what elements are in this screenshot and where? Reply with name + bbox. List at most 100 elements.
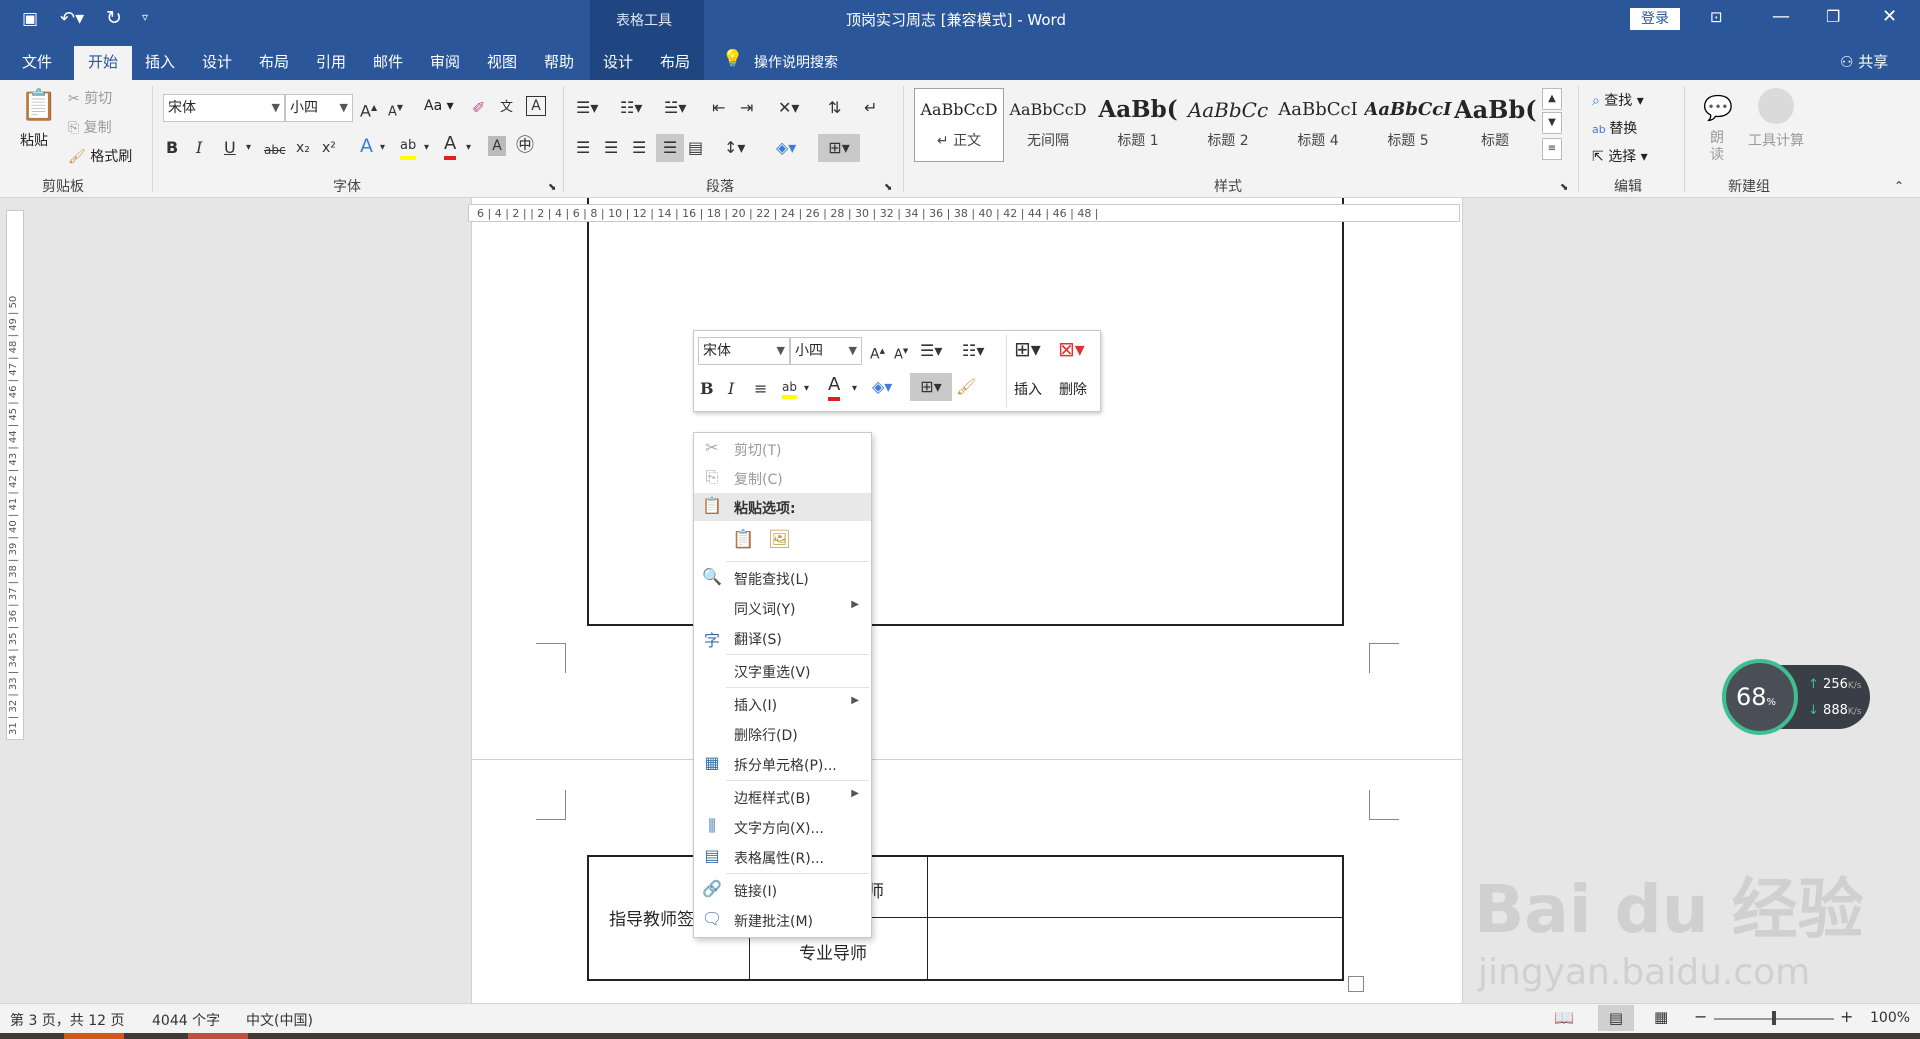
- mini-size-combo[interactable]: 小四 ▼: [790, 337, 862, 365]
- find-button[interactable]: 查找: [1604, 93, 1632, 109]
- style-normal[interactable]: AaBbCcD ↵ 正文: [915, 90, 1003, 160]
- menu-item-copy[interactable]: ⎘ 复制(C): [694, 464, 871, 492]
- tell-me-search[interactable]: 操作说明搜索: [754, 52, 838, 72]
- enclose-characters-icon[interactable]: ㊥: [516, 136, 534, 156]
- web-layout-icon[interactable]: ▦: [1654, 1008, 1668, 1026]
- menu-item-link[interactable]: 🔗 链接(I): [694, 876, 871, 904]
- page-count[interactable]: 第 3 页，共 12 页: [10, 1010, 125, 1030]
- increase-indent-icon[interactable]: ⇥: [740, 98, 753, 118]
- bullets-icon[interactable]: ☰▾: [920, 341, 942, 361]
- styles-scroll-down-icon[interactable]: ▼: [1542, 112, 1562, 134]
- sort-icon[interactable]: ⇅: [828, 98, 841, 118]
- underline-button[interactable]: U: [224, 138, 236, 158]
- text-effects-icon[interactable]: A: [360, 136, 373, 156]
- strikethrough-button[interactable]: abc: [264, 140, 286, 160]
- mini-font-combo[interactable]: 宋体 ▼: [698, 337, 790, 365]
- tab-file[interactable]: 文件: [22, 51, 52, 72]
- paste-picture-icon[interactable]: 🖼: [768, 529, 791, 550]
- styles-scroll-up-icon[interactable]: ▲: [1542, 88, 1562, 110]
- superscript-button[interactable]: x²: [322, 138, 336, 158]
- replace-button[interactable]: 替换: [1609, 121, 1637, 137]
- menu-item-new-comment[interactable]: 🗨 新建批注(M): [694, 906, 871, 934]
- undo-icon[interactable]: ↶▾: [60, 8, 84, 29]
- underline-dropdown-icon[interactable]: ▾: [246, 138, 251, 158]
- font-color-icon[interactable]: A: [444, 134, 457, 160]
- tab-help[interactable]: 帮助: [544, 51, 574, 72]
- italic-button[interactable]: I: [728, 379, 734, 399]
- read-mode-icon[interactable]: 📖: [1554, 1008, 1574, 1027]
- justify-icon[interactable]: ☰: [656, 134, 684, 162]
- grow-font-icon[interactable]: A▲: [360, 98, 377, 121]
- shading-icon[interactable]: ◈▾: [776, 138, 796, 158]
- numbering-icon[interactable]: ☷▾: [962, 341, 984, 361]
- shrink-font-icon[interactable]: A▼: [894, 341, 908, 365]
- highlight-icon[interactable]: ab: [782, 377, 797, 399]
- tool-calc-icon[interactable]: [1758, 88, 1794, 124]
- tab-design[interactable]: 设计: [202, 51, 232, 72]
- chevron-down-icon[interactable]: ▾: [804, 379, 809, 399]
- character-shading-icon[interactable]: A: [488, 136, 506, 156]
- tab-mailings[interactable]: 邮件: [373, 51, 403, 72]
- clear-formatting-icon[interactable]: ✐: [472, 98, 485, 118]
- font-size-combo[interactable]: 小四 ▼: [285, 94, 353, 122]
- phonetic-guide-icon[interactable]: 文: [500, 98, 513, 118]
- paste-keep-source-icon[interactable]: 📋: [732, 529, 754, 550]
- distributed-icon[interactable]: ▤: [688, 138, 703, 158]
- style-title[interactable]: AaBb(标题: [1454, 90, 1536, 160]
- style-heading-1[interactable]: AaBb(标题 1: [1094, 90, 1182, 160]
- close-icon[interactable]: ✕: [1882, 6, 1897, 27]
- delete-table-icon[interactable]: ⊠▾: [1058, 339, 1085, 359]
- italic-button[interactable]: I: [196, 138, 202, 158]
- tab-insert[interactable]: 插入: [145, 51, 175, 72]
- menu-item-text-direction[interactable]: ⫼ 文字方向(X)...: [694, 813, 871, 841]
- zoom-out-icon[interactable]: −: [1694, 1007, 1707, 1026]
- style-no-spacing[interactable]: AaBbCcD 无间隔: [1004, 90, 1092, 160]
- align-right-icon[interactable]: ☰: [632, 138, 646, 158]
- redo-icon[interactable]: ↻: [106, 7, 122, 29]
- customize-icon[interactable]: ▿: [142, 10, 148, 24]
- format-painter-button[interactable]: 格式刷: [90, 149, 132, 165]
- numbering-icon[interactable]: ☷▾: [620, 98, 642, 118]
- mini-insert-button[interactable]: 插入: [1014, 379, 1042, 399]
- grow-font-icon[interactable]: A▲: [870, 341, 885, 365]
- paste-icon[interactable]: 📋: [20, 88, 57, 124]
- style-heading-4[interactable]: AaBbCcI 标题 4: [1274, 90, 1362, 160]
- table-resize-handle[interactable]: [1348, 976, 1364, 992]
- tab-references[interactable]: 引用: [316, 51, 346, 72]
- font-dialog-launcher-icon[interactable]: ⬊: [548, 178, 556, 198]
- document-area[interactable]: 指导教师签 师 专业导师 宋体 ▼ 小四 ▼ A▲ A▼ ☰▾ ☷▾ ⊞▾ ⊠▾ B…: [0, 198, 1920, 1003]
- font-color-icon[interactable]: A: [828, 375, 841, 401]
- style-heading-5[interactable]: AaBbCcI 标题 5: [1364, 90, 1452, 160]
- multilevel-list-icon[interactable]: ☱▾: [664, 98, 686, 118]
- chevron-down-icon[interactable]: ▾: [852, 379, 857, 399]
- align-left-icon[interactable]: ☰: [576, 138, 590, 158]
- font-name-combo[interactable]: 宋体 ▼: [163, 94, 285, 122]
- shading-icon[interactable]: ◈▾: [872, 377, 892, 397]
- menu-item-cut[interactable]: ✂ 剪切(T): [694, 435, 871, 463]
- save-icon[interactable]: ▣: [22, 9, 38, 29]
- menu-item-table-properties[interactable]: ▤ 表格属性(R)...: [694, 843, 871, 871]
- styles-more-icon[interactable]: ≡: [1542, 138, 1562, 160]
- shrink-font-icon[interactable]: A▼: [388, 98, 403, 122]
- format-painter-icon[interactable]: 🖌: [956, 377, 976, 397]
- horizontal-ruler[interactable]: 6 | 4 | 2 | | 2 | 4 | 6 | 8 | 10 | 12 | …: [468, 204, 1460, 222]
- zoom-slider-thumb[interactable]: [1772, 1011, 1776, 1025]
- change-case-button[interactable]: Aa ▾: [424, 98, 454, 114]
- paragraph-dialog-launcher-icon[interactable]: ⬊: [884, 178, 892, 198]
- styles-dialog-launcher-icon[interactable]: ⬊: [1560, 178, 1568, 198]
- borders-icon[interactable]: ⊞▾: [818, 134, 860, 162]
- subscript-button[interactable]: x₂: [296, 138, 310, 158]
- chevron-down-icon[interactable]: ▾: [424, 138, 429, 158]
- tab-home[interactable]: 开始: [88, 51, 118, 72]
- menu-item-insert[interactable]: 插入(I) ▶: [694, 690, 871, 718]
- bold-button[interactable]: B: [166, 138, 178, 158]
- zoom-level[interactable]: 100%: [1870, 1010, 1910, 1026]
- show-marks-icon[interactable]: ↵: [864, 98, 877, 118]
- ribbon-display-icon[interactable]: ⊡: [1710, 8, 1723, 26]
- chevron-down-icon[interactable]: ▾: [466, 138, 471, 158]
- menu-item-synonyms[interactable]: 同义词(Y) ▶: [694, 594, 871, 622]
- page[interactable]: 指导教师签 师 专业导师: [471, 759, 1463, 1003]
- restore-icon[interactable]: ❐: [1826, 7, 1840, 26]
- mini-delete-button[interactable]: 删除: [1059, 379, 1087, 399]
- tab-table-design[interactable]: 设计: [603, 51, 633, 72]
